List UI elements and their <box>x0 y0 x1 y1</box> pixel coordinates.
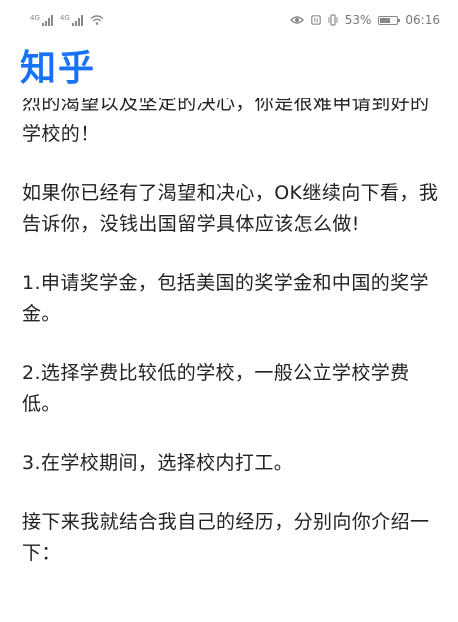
article-paragraph: 烈的渴望以及坚定的决心，你是很难申请到好的学校的！ <box>22 98 430 145</box>
vibrate-icon <box>328 14 338 26</box>
article-paragraph: 接下来我就结合我自己的经历，分别向你介绍一下： <box>22 511 430 564</box>
article-paragraph: 1.申请奖学金，包括美国的奖学金和中国的奖学金。 <box>22 272 429 325</box>
nfc-icon: N <box>310 15 321 25</box>
signal-1-label: 4G <box>30 13 40 22</box>
svg-text:N: N <box>313 18 318 25</box>
article-paragraph: 2.选择学费比较低的学校，一般公立学校学费低。 <box>22 362 410 415</box>
clock: 06:16 <box>405 13 440 27</box>
status-left: 4G 4G <box>30 13 104 26</box>
battery-icon <box>378 15 401 25</box>
article-body: 烈的渴望以及坚定的决心，你是很难申请到好的学校的！ 如果你已经有了渴望和决心，O… <box>22 98 440 597</box>
zhihu-logo[interactable]: 知乎 <box>20 47 96 91</box>
article-paragraph: 3.在学校期间，选择校内打工。 <box>22 452 294 474</box>
battery-percent: 53% <box>344 13 372 27</box>
wifi-icon <box>90 15 104 25</box>
signal-icon: 4G <box>30 13 53 26</box>
signal-2-label: 4G <box>59 13 70 22</box>
eye-icon <box>289 16 304 24</box>
signal-icon: 4G <box>59 13 83 26</box>
article-paragraph: 如果你已经有了渴望和决心，OK继续向下看，我告诉你，没钱出国留学具体应该怎么做! <box>22 182 439 235</box>
article-content[interactable]: 烈的渴望以及坚定的决心，你是很难申请到好的学校的！ 如果你已经有了渴望和决心，O… <box>0 98 458 622</box>
status-right: N 53% 06:16 <box>289 13 440 27</box>
status-bar: 4G 4G N 53% 06:16 <box>0 0 458 40</box>
app-header: 知乎 <box>0 40 458 98</box>
